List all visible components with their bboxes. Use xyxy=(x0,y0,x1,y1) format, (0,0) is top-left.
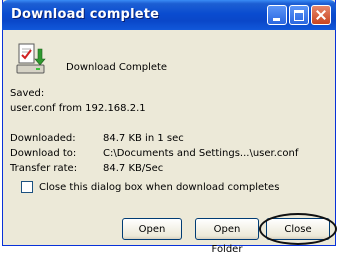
download-to-label: Download to: xyxy=(10,148,77,159)
close-icon[interactable] xyxy=(311,5,331,25)
open-folder-button[interactable]: Open Folder xyxy=(195,218,259,255)
download-to-value: C:\Documents and Settings...\user.conf xyxy=(103,148,299,159)
download-complete-dialog: Download complete Download Complete Save… xyxy=(2,0,337,255)
close-when-done-label[interactable]: Close this dialog box when download comp… xyxy=(39,182,279,193)
transfer-rate-value: 84.7 KB/Sec xyxy=(103,163,164,174)
saved-file-value: user.conf from 192.168.2.1 xyxy=(10,103,146,114)
title-bar[interactable]: Download complete xyxy=(2,0,336,30)
download-complete-message: Download Complete xyxy=(66,62,168,73)
saved-label: Saved: xyxy=(10,88,45,99)
window-title: Download complete xyxy=(11,7,160,22)
close-button-highlight-ring xyxy=(259,213,337,245)
transfer-rate-label: Transfer rate: xyxy=(10,163,78,174)
minimize-icon[interactable] xyxy=(267,5,287,25)
downloaded-value: 84.7 KB in 1 sec xyxy=(103,133,184,144)
downloaded-label: Downloaded: xyxy=(10,133,76,144)
open-button[interactable]: Open xyxy=(122,218,182,240)
close-when-done-checkbox[interactable] xyxy=(21,181,33,193)
download-complete-icon xyxy=(16,43,46,74)
maximize-icon[interactable] xyxy=(289,5,309,25)
